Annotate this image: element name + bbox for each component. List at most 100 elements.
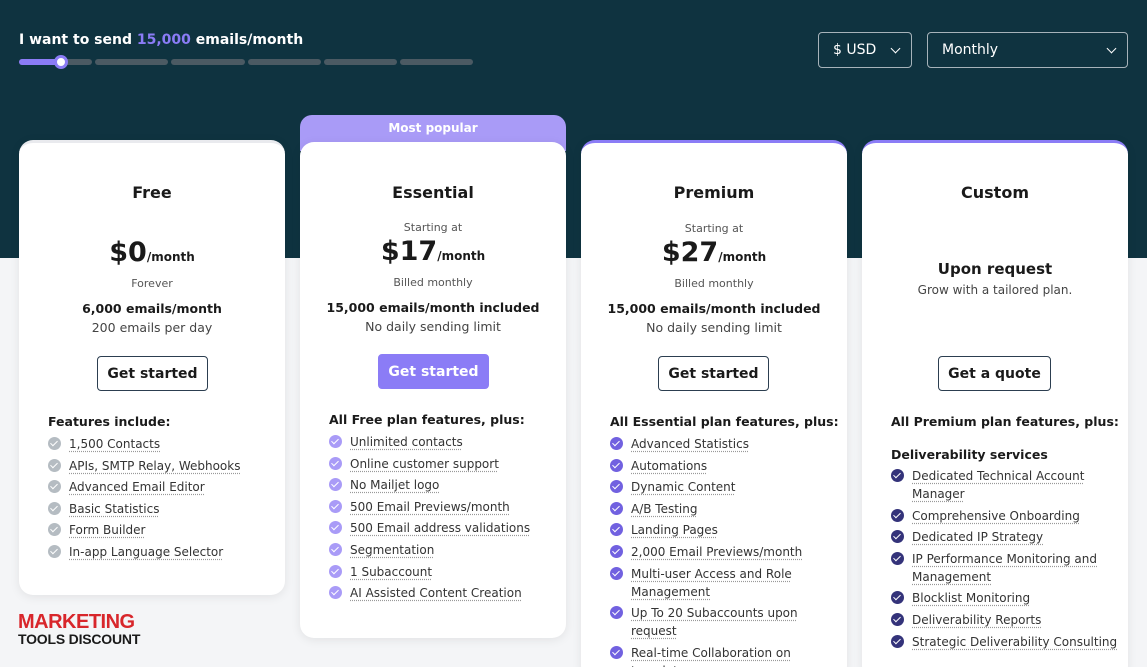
feature-label[interactable]: Dedicated IP Strategy <box>912 528 1043 546</box>
feature-label[interactable]: Real-time Collaboration on templates <box>631 644 840 667</box>
email-volume-slider[interactable] <box>19 55 474 69</box>
feature-item: IP Performance Monitoring and Management <box>891 550 1121 586</box>
feature-label[interactable]: Up To 20 Subaccounts upon request <box>631 604 840 640</box>
email-volume-value: 15,000 <box>136 32 191 48</box>
features-heading: All Essential plan features, plus: <box>610 414 839 429</box>
feature-item: Landing Pages <box>610 521 840 539</box>
get-a-quote-button[interactable]: Get a quote <box>938 356 1051 391</box>
feature-item: Form Builder <box>48 521 278 539</box>
plan-price: $0/month <box>19 237 285 268</box>
feature-label[interactable]: 2,000 Email Previews/month <box>631 543 802 561</box>
price-amount: $0 <box>109 237 147 268</box>
feature-label[interactable]: AI Assisted Content Creation <box>350 584 522 602</box>
billing-period-select[interactable]: Monthly <box>927 32 1128 68</box>
feature-label[interactable]: A/B Testing <box>631 500 698 518</box>
price-amount: $17 <box>380 236 438 267</box>
feature-item: 500 Email Previews/month <box>329 498 559 516</box>
feature-label[interactable]: 1 Subaccount <box>350 563 432 581</box>
feature-label[interactable]: Unlimited contacts <box>350 433 463 451</box>
feature-label[interactable]: Strategic Deliverability Consulting <box>912 633 1117 651</box>
logo-line-1: MARKETING <box>18 611 135 633</box>
email-volume-detail: 200 emails per day <box>91 320 213 335</box>
feature-item: Dynamic Content <box>610 478 840 496</box>
feature-item: 1 Subaccount <box>329 563 559 581</box>
feature-item: Comprehensive Onboarding <box>891 507 1121 525</box>
feature-item: 500 Email address validations <box>329 519 559 537</box>
check-circle-icon <box>329 586 342 600</box>
feature-label[interactable]: Multi-user Access and Role Management <box>631 565 840 601</box>
feature-label[interactable]: Advanced Email Editor <box>69 478 205 496</box>
currency-select-value: $ USD <box>833 42 877 58</box>
chevron-down-icon <box>1106 43 1117 53</box>
check-circle-icon <box>48 523 61 537</box>
feature-label[interactable]: Form Builder <box>69 521 145 539</box>
feature-label[interactable]: Dynamic Content <box>631 478 735 496</box>
plan-name: Free <box>132 183 172 202</box>
check-circle-icon <box>891 508 904 522</box>
feature-label[interactable]: Landing Pages <box>631 521 718 539</box>
feature-label[interactable]: In-app Language Selector <box>69 543 223 561</box>
price-period: /month <box>718 250 767 264</box>
feature-list: 1,500 Contacts APIs, SMTP Relay, Webhooks… <box>48 435 278 565</box>
email-volume-suffix: emails/month <box>195 32 304 48</box>
check-circle-icon <box>891 469 904 482</box>
feature-label[interactable]: 1,500 Contacts <box>69 435 160 453</box>
feature-label[interactable]: 500 Email address validations <box>350 519 530 537</box>
email-volume: 15,000 emails/month included <box>607 301 821 316</box>
feature-list: Unlimited contacts Online customer suppor… <box>329 433 559 606</box>
check-circle-icon <box>329 478 342 492</box>
feature-item: 2,000 Email Previews/month <box>610 543 840 561</box>
check-circle-icon <box>48 458 61 472</box>
feature-item: Advanced Statistics <box>610 435 840 453</box>
feature-label[interactable]: Online customer support <box>350 455 499 473</box>
custom-price-title: Upon request <box>937 260 1053 278</box>
feature-label[interactable]: 500 Email Previews/month <box>350 498 510 516</box>
check-circle-icon <box>610 544 623 558</box>
get-started-button[interactable]: Get started <box>378 354 489 389</box>
check-circle-icon <box>610 458 623 472</box>
logo-line-2: TOOLS DISCOUNT <box>18 631 141 647</box>
slider-segment <box>95 59 169 65</box>
feature-label[interactable]: Deliverability Reports <box>912 611 1041 629</box>
price-note: Billed monthly <box>674 277 754 290</box>
check-circle-icon <box>329 521 342 535</box>
features-heading: All Free plan features, plus: <box>329 412 525 427</box>
feature-label[interactable]: Dedicated Technical Account Manager <box>912 467 1121 503</box>
custom-price-subtitle: Grow with a tailored plan. <box>917 283 1073 297</box>
feature-item: Strategic Deliverability Consulting <box>891 633 1121 651</box>
check-circle-icon <box>48 501 61 515</box>
slider-segment <box>171 59 245 65</box>
plan-price: $27/month <box>581 237 847 268</box>
feature-label[interactable]: IP Performance Monitoring and Management <box>912 550 1121 586</box>
starting-at-label: Starting at <box>684 222 744 235</box>
currency-select[interactable]: $ USD <box>818 32 912 68</box>
check-circle-icon <box>610 501 623 515</box>
feature-label[interactable]: No Mailjet logo <box>350 476 439 494</box>
feature-item: APIs, SMTP Relay, Webhooks <box>48 457 278 475</box>
check-circle-icon <box>329 456 342 470</box>
check-circle-icon <box>891 530 904 544</box>
feature-item: Unlimited contacts <box>329 433 559 451</box>
marketing-tools-discount-logo: MARKETING TOOLS DISCOUNT <box>18 612 140 646</box>
feature-label[interactable]: Blocklist Monitoring <box>912 589 1030 607</box>
check-circle-icon <box>891 634 904 648</box>
feature-label[interactable]: Advanced Statistics <box>631 435 749 453</box>
feature-label[interactable]: Comprehensive Onboarding <box>912 507 1080 525</box>
feature-label[interactable]: Automations <box>631 457 707 475</box>
get-started-button[interactable]: Get started <box>658 356 769 391</box>
feature-item: A/B Testing <box>610 500 840 518</box>
plan-name: Premium <box>673 183 755 202</box>
feature-item: Real-time Collaboration on templates <box>610 644 840 667</box>
check-circle-icon <box>48 437 61 450</box>
feature-item: Segmentation <box>329 541 559 559</box>
check-circle-icon <box>610 437 623 450</box>
feature-label[interactable]: Segmentation <box>350 541 434 559</box>
features-subheading: Deliverability services <box>891 447 1048 462</box>
feature-label[interactable]: APIs, SMTP Relay, Webhooks <box>69 457 240 475</box>
check-circle-icon <box>48 480 61 494</box>
check-circle-icon <box>329 542 342 556</box>
feature-label[interactable]: Basic Statistics <box>69 500 159 518</box>
plan-card-essential: Essential Starting at $17/month Billed m… <box>300 142 566 638</box>
get-started-button[interactable]: Get started <box>97 356 208 391</box>
features-heading: Features include: <box>48 414 171 429</box>
